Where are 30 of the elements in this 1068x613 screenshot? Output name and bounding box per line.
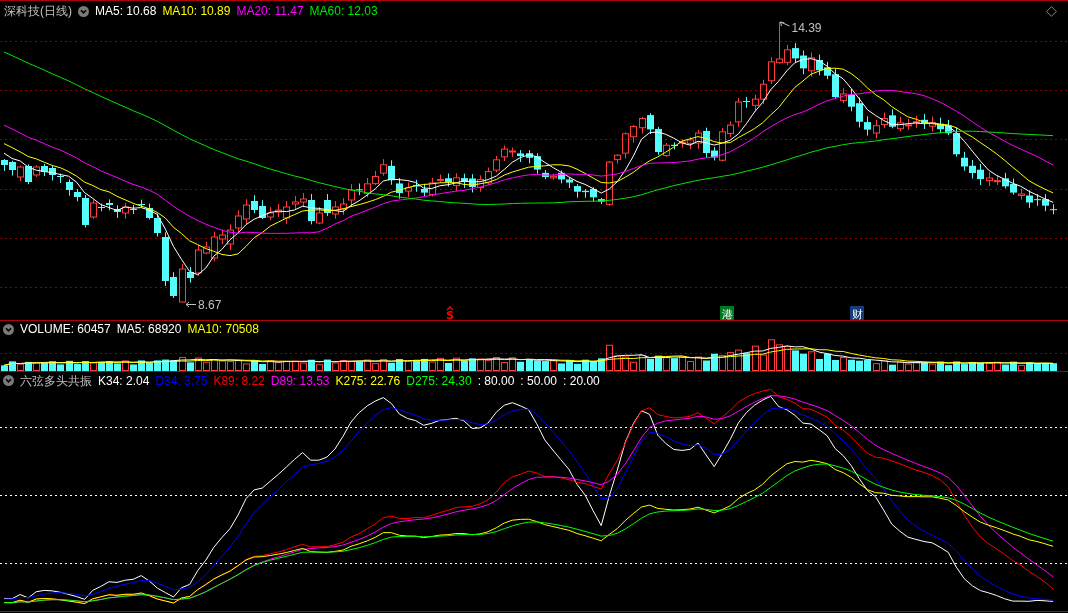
indicator-value: K89: 8.22 (213, 373, 265, 388)
indicator-value: : 50.00 (520, 373, 558, 388)
indicator-value: : 80.00 (477, 373, 515, 388)
indicator-value: D34: 3.75 (155, 373, 208, 388)
event-badge: 财 (850, 306, 864, 320)
low-price-label: 8.67 (198, 298, 222, 312)
signal-marker: S (446, 309, 454, 320)
leader-arrow (780, 21, 790, 27)
indicator-value: MA10: 70508 (187, 322, 259, 336)
indicator-value: MA10: 10.89 (162, 4, 231, 18)
chevron-down-icon[interactable] (78, 5, 89, 17)
indicator-value: VOLUME: 60457 (20, 322, 111, 336)
indicator-value: D275: 24.30 (406, 373, 472, 388)
high-price-label: 14.39 (791, 21, 822, 35)
indicator-value: : 20.00 (563, 373, 600, 388)
leader-arrow (185, 301, 197, 308)
indicator-value: MA5: 68920 (116, 322, 182, 336)
event-badge: 港 (720, 306, 734, 320)
chevron-down-icon[interactable] (3, 323, 14, 335)
indicator-value: MA5: 10.68 (95, 4, 157, 18)
chart-title: 深科技(日线) (4, 4, 72, 18)
chevron-down-icon[interactable] (3, 375, 14, 386)
indicator-value: MA20: 11.47 (236, 4, 304, 18)
indicator-value: D89: 13.53 (270, 373, 330, 388)
caret-up-icon (446, 306, 454, 311)
diamond-icon[interactable] (1046, 5, 1057, 17)
indicator-title: 六弦多头共振 (20, 373, 92, 388)
indicator-value: K34: 2.04 (98, 373, 150, 388)
indicator-value: MA60: 12.03 (309, 4, 378, 18)
indicator-value: K275: 22.76 (335, 373, 401, 388)
